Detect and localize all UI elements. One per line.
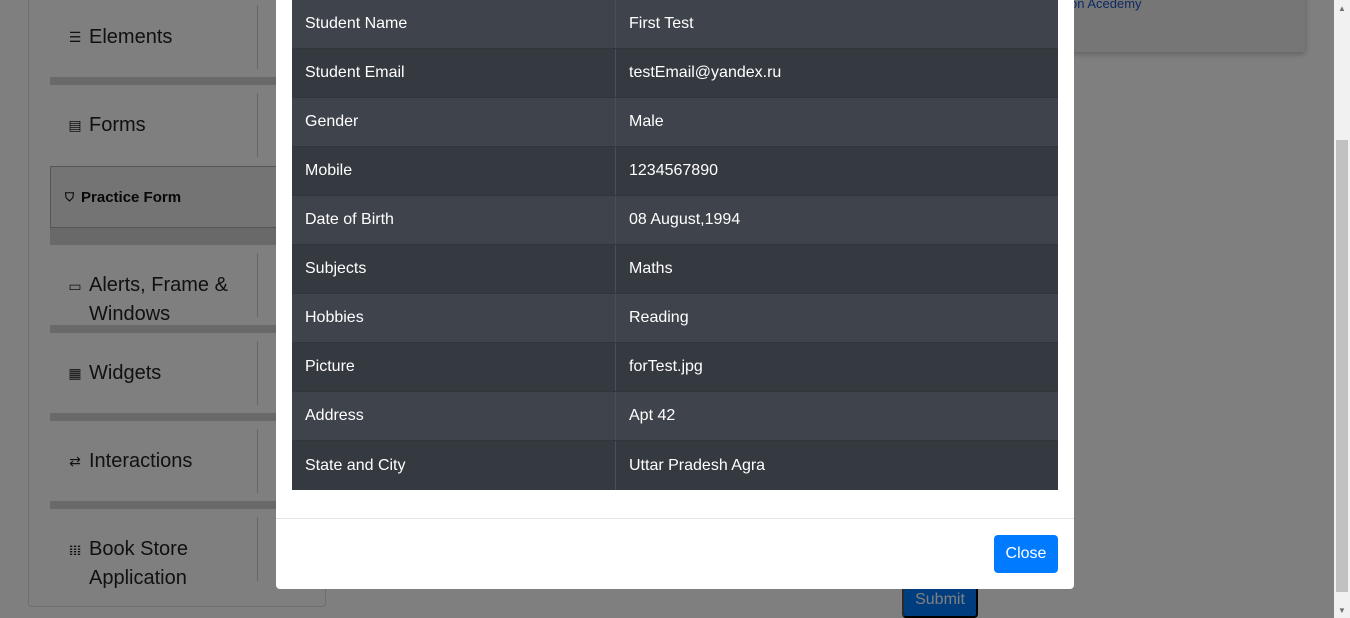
table-row: Subjects Maths [292, 245, 1058, 294]
row-value: 1234567890 [629, 162, 718, 179]
row-value: Reading [629, 309, 689, 326]
row-value: Maths [629, 260, 673, 277]
row-label: Mobile [292, 147, 616, 195]
close-button[interactable]: Close [994, 535, 1058, 573]
modal-footer-divider [276, 518, 1074, 519]
row-label: Gender [292, 98, 616, 146]
row-label: Hobbies [292, 294, 616, 342]
row-label: Picture [292, 343, 616, 391]
table-row: Hobbies Reading [292, 294, 1058, 343]
table-row: Student Email testEmail@yandex.ru [292, 49, 1058, 98]
submission-modal: Student Name First Test Student Email te… [276, 0, 1074, 589]
table-row: Picture forTest.jpg [292, 343, 1058, 392]
row-label: Address [292, 392, 616, 440]
row-label: Student Name [292, 0, 616, 48]
scroll-thumb[interactable] [1336, 140, 1348, 592]
row-value: Male [629, 113, 664, 130]
scroll-up-arrow-icon[interactable]: ▲ [1334, 0, 1350, 16]
table-row: Address Apt 42 [292, 392, 1058, 441]
row-label: State and City [292, 441, 616, 490]
table-row: Student Name First Test [292, 0, 1058, 49]
row-label: Subjects [292, 245, 616, 293]
row-value: First Test [629, 15, 694, 32]
row-value: testEmail@yandex.ru [629, 64, 782, 81]
scroll-down-arrow-icon[interactable]: ▼ [1334, 602, 1350, 618]
row-value: forTest.jpg [629, 358, 703, 375]
results-table: Student Name First Test Student Email te… [292, 0, 1058, 490]
row-value: Uttar Pradesh Agra [629, 456, 766, 474]
row-value: Apt 42 [629, 407, 676, 424]
page-scrollbar[interactable]: ▲ ▼ [1334, 0, 1350, 618]
table-row: Date of Birth 08 August,1994 [292, 196, 1058, 245]
row-label: Date of Birth [292, 196, 616, 244]
row-label: Student Email [292, 49, 616, 97]
table-row: Mobile 1234567890 [292, 147, 1058, 196]
row-value: 08 August,1994 [629, 211, 741, 228]
table-row: State and City Uttar Pradesh Agra [292, 441, 1058, 490]
table-row: Gender Male [292, 98, 1058, 147]
